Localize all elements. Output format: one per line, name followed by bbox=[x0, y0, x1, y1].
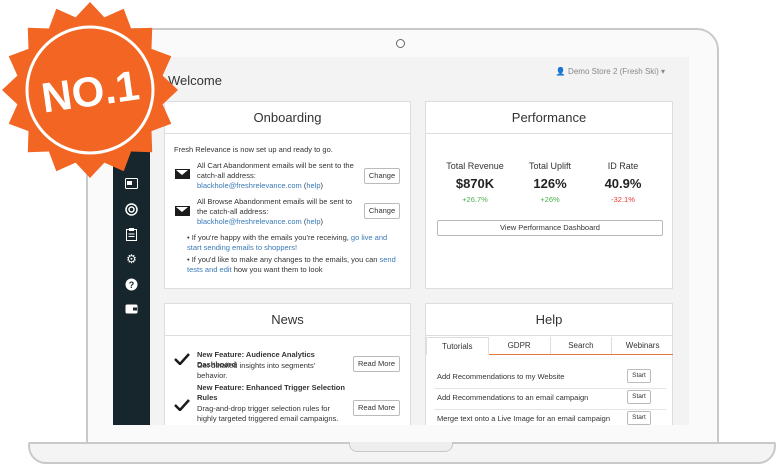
app-screen: ⚙ ? Welcome 👤 Demo Store 2 (Fresh Ski) ▾… bbox=[113, 57, 689, 425]
browse-email-link[interactable]: blackhole@freshrelevance.com bbox=[197, 217, 302, 226]
change-cart-button[interactable]: Change bbox=[364, 168, 400, 184]
metric-label: Total Uplift bbox=[528, 161, 572, 171]
cart-text: All Cart Abandonment emails will be sent… bbox=[197, 161, 354, 180]
news-panel: News New Feature: Audience Analytics Das… bbox=[164, 303, 411, 425]
checkmark-icon bbox=[174, 399, 190, 411]
chevron-down-icon: ▾ bbox=[660, 67, 665, 76]
view-dashboard-button[interactable]: View Performance Dashboard bbox=[437, 220, 663, 236]
news-item-desc: Get detailed insights into segments' beh… bbox=[197, 361, 316, 380]
store-name: Demo Store 2 (Fresh Ski) bbox=[568, 67, 659, 76]
tab-search[interactable]: Search bbox=[551, 337, 613, 354]
row-divider bbox=[434, 409, 666, 410]
cart-info: All Cart Abandonment emails will be sent… bbox=[197, 161, 354, 190]
wallet-icon[interactable] bbox=[125, 303, 138, 316]
tutorial-item: Add Recommendations to an email campaign bbox=[437, 393, 589, 402]
bullet-edit-tail: how you want them to look bbox=[233, 265, 323, 274]
metric-change: -32.1% bbox=[611, 195, 635, 204]
bullet-go-live: • If you're happy with the emails you're… bbox=[187, 233, 388, 252]
clipboard-icon[interactable] bbox=[125, 228, 138, 241]
onboarding-panel: Onboarding Fresh Relevance is now set up… bbox=[164, 101, 411, 289]
news-title: News bbox=[165, 304, 410, 336]
read-more-button[interactable]: Read More bbox=[353, 356, 400, 372]
help-title: Help bbox=[426, 304, 672, 336]
camera-icon bbox=[396, 39, 405, 48]
tab-gdpr[interactable]: GDPR bbox=[489, 337, 551, 354]
store-selector[interactable]: 👤 Demo Store 2 (Fresh Ski) ▾ bbox=[556, 67, 665, 76]
tutorial-item: Add Recommendations to my Website bbox=[437, 372, 565, 381]
cart-email-link[interactable]: blackhole@freshrelevance.com bbox=[197, 181, 302, 190]
browse-text: All Browse Abandonment emails will be se… bbox=[197, 197, 353, 216]
metric-value: $870K bbox=[455, 176, 495, 191]
checkmark-icon bbox=[174, 353, 190, 365]
tab-webinars[interactable]: Webinars bbox=[612, 337, 673, 354]
cart-help-link[interactable]: help bbox=[306, 181, 320, 190]
help-tabs: Tutorials GDPR Search Webinars bbox=[426, 337, 673, 355]
onboarding-title: Onboarding bbox=[165, 102, 410, 134]
gear-icon[interactable]: ⚙ bbox=[125, 253, 138, 266]
news-item-title: New Feature: Enhanced Trigger Selection … bbox=[197, 383, 345, 402]
performance-panel: Performance Total Revenue $870K +26.7% T… bbox=[425, 101, 673, 289]
metric-label: ID Rate bbox=[607, 161, 639, 171]
user-icon: 👤 bbox=[555, 67, 566, 76]
onboarding-intro: Fresh Relevance is now set up and ready … bbox=[174, 145, 333, 154]
metric-change: +26.7% bbox=[462, 195, 488, 204]
change-browse-button[interactable]: Change bbox=[364, 203, 400, 219]
metric-value: 40.9% bbox=[604, 176, 642, 191]
tutorial-item: Merge text onto a Live Image for an emai… bbox=[437, 414, 611, 423]
browse-info: All Browse Abandonment emails will be se… bbox=[197, 197, 353, 226]
read-more-button[interactable]: Read More bbox=[353, 400, 400, 416]
question-icon[interactable]: ? bbox=[125, 278, 138, 291]
metric-label: Total Revenue bbox=[446, 161, 504, 171]
start-button[interactable]: Start bbox=[627, 390, 651, 404]
news-item-desc: Drag-and-drop trigger selection rules fo… bbox=[197, 404, 339, 423]
envelope-icon bbox=[175, 206, 190, 216]
target-icon[interactable] bbox=[125, 203, 138, 216]
row-divider bbox=[434, 388, 666, 389]
laptop-notch bbox=[349, 442, 453, 452]
start-button[interactable]: Start bbox=[627, 411, 651, 425]
start-button[interactable]: Start bbox=[627, 369, 651, 383]
bullet-edit: • If you'd like to make any changes to t… bbox=[187, 255, 396, 274]
badge-no1: NO.1 bbox=[2, 2, 178, 178]
metric-change: +26% bbox=[540, 195, 560, 204]
svg-text:?: ? bbox=[129, 280, 135, 290]
metric-value: 126% bbox=[533, 176, 567, 191]
tab-tutorials[interactable]: Tutorials bbox=[426, 337, 489, 355]
bullet-edit-text: If you'd like to make any changes to the… bbox=[191, 255, 378, 264]
help-panel: Help Tutorials GDPR Search Webinars Add … bbox=[425, 303, 673, 425]
bullet-go-live-text: If you're happy with the emails you're r… bbox=[191, 233, 349, 242]
browse-help-link[interactable]: help bbox=[306, 217, 320, 226]
performance-title: Performance bbox=[426, 102, 672, 134]
